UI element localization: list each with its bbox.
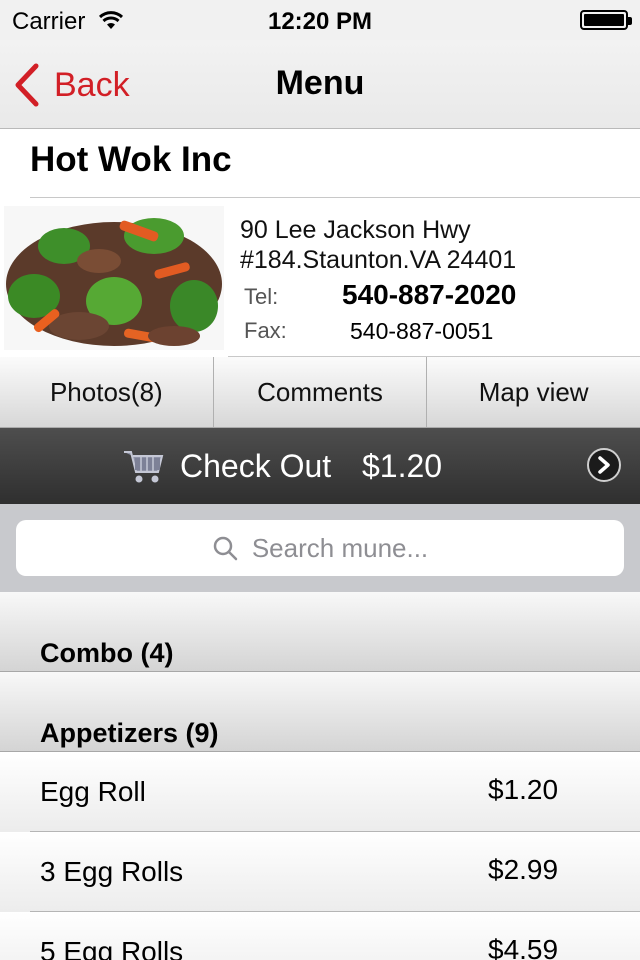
status-time: 12:20 PM xyxy=(267,8,373,35)
menu-item-name: 5 Egg Rolls xyxy=(40,936,184,960)
info-tabs: Photos(8) Comments Map view xyxy=(0,357,640,428)
restaurant-name: Hot Wok Inc xyxy=(30,140,232,179)
menu-item-name: 3 Egg Rolls xyxy=(40,856,184,887)
section-label: Appetizers (9) xyxy=(40,718,219,748)
search-placeholder: Search mune... xyxy=(251,532,429,563)
section-header-appetizers[interactable]: Appetizers (9) xyxy=(0,672,640,752)
checkout-button[interactable]: Check Out $1.20 xyxy=(0,428,640,504)
tab-photos[interactable]: Photos(8) xyxy=(0,357,214,427)
tel-number[interactable]: 540-887-2020 xyxy=(342,279,516,311)
menu-item-price: $4.59 xyxy=(488,934,559,960)
menu-item-price: $2.99 xyxy=(488,854,559,885)
menu-item-price: $1.20 xyxy=(488,774,559,805)
search-icon xyxy=(213,536,238,561)
status-bar: Carrier 12:20 PM xyxy=(0,0,640,40)
cart-icon xyxy=(124,451,164,483)
tab-comments[interactable]: Comments xyxy=(214,357,428,427)
section-label: Combo (4) xyxy=(40,638,174,668)
checkout-label: Check Out xyxy=(180,448,332,484)
divider xyxy=(30,197,640,198)
tab-map-view[interactable]: Map view xyxy=(427,357,640,427)
menu-item[interactable]: 3 Egg Rolls $2.99 xyxy=(0,832,640,912)
menu-item[interactable]: Egg Roll $1.20 xyxy=(0,752,640,832)
search-bar: Search mune... xyxy=(0,504,640,592)
checkout-amount: $1.20 xyxy=(362,448,443,484)
address-line-1: 90 Lee Jackson Hwy xyxy=(240,216,471,244)
chevron-right-icon xyxy=(587,448,621,482)
fax-number: 540-887-0051 xyxy=(350,318,494,344)
page-title: Menu xyxy=(275,64,365,102)
tel-label: Tel: xyxy=(244,284,279,309)
fax-label: Fax: xyxy=(244,318,287,343)
search-input[interactable]: Search mune... xyxy=(16,520,624,576)
menu-item[interactable]: 5 Egg Rolls $4.59 xyxy=(0,912,640,960)
navigation-bar: Back Menu xyxy=(0,40,640,129)
battery-icon xyxy=(580,10,632,30)
restaurant-photo[interactable] xyxy=(4,206,224,350)
address-line-2: #184.Staunton.VA 24401 xyxy=(240,246,517,274)
food-image xyxy=(4,206,224,350)
section-header-combo[interactable]: Combo (4) xyxy=(0,592,640,672)
menu-item-name: Egg Roll xyxy=(40,776,146,807)
